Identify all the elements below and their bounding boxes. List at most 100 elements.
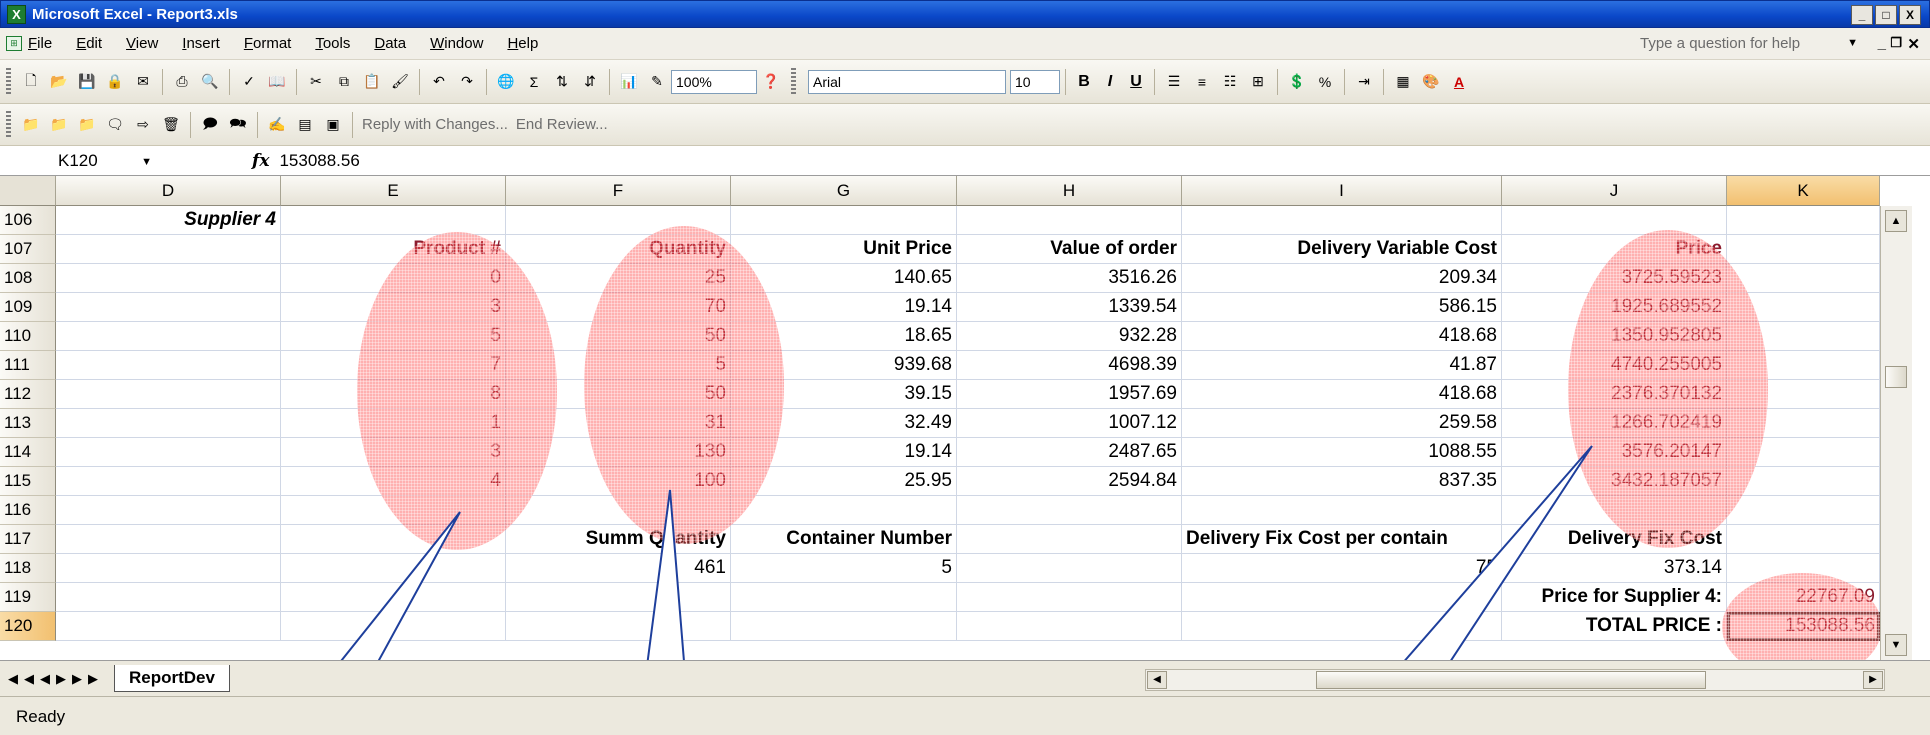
cell-f119[interactable] (506, 583, 731, 612)
menu-format[interactable]: Format (242, 33, 294, 54)
menu-help[interactable]: Help (505, 33, 540, 54)
cell-k109[interactable] (1727, 293, 1880, 322)
cell-f107[interactable]: Quantity (506, 235, 731, 264)
menu-file[interactable]: File (26, 33, 54, 54)
cell-d118[interactable] (56, 554, 281, 583)
row-header[interactable]: 120 (0, 612, 56, 641)
reply-with-changes-button[interactable]: Reply with Changes... (362, 116, 508, 133)
align-right-icon[interactable]: ☷ (1219, 71, 1241, 93)
cell-g113[interactable]: 32.49 (731, 409, 957, 438)
cell-j107[interactable]: Price (1502, 235, 1727, 264)
cell-j115[interactable]: 3432.187057 (1502, 467, 1727, 496)
name-box[interactable]: K120 ▼ (0, 148, 160, 174)
chart-wizard-icon[interactable]: 📊 (618, 71, 640, 93)
sheet-nav-icon[interactable]: ◀◀◀▶▶▶ (8, 671, 104, 687)
cell-e110[interactable]: 5 (281, 322, 506, 351)
cell-e109[interactable]: 3 (281, 293, 506, 322)
research-icon[interactable]: 📖 (266, 71, 288, 93)
select-all-corner[interactable] (0, 176, 56, 206)
review-update-icon[interactable]: ▣ (322, 114, 344, 136)
cell-h117[interactable] (957, 525, 1182, 554)
vertical-scrollbar[interactable]: ▲ ▼ (1880, 206, 1912, 660)
cell-i109[interactable]: 586.15 (1182, 293, 1502, 322)
cell-d109[interactable] (56, 293, 281, 322)
insert-function-icon[interactable]: fx (252, 151, 269, 171)
format-painter-icon[interactable]: 🖌 (389, 71, 411, 93)
cell-h115[interactable]: 2594.84 (957, 467, 1182, 496)
cell-j112[interactable]: 2376.370132 (1502, 380, 1727, 409)
sort-ascending-icon[interactable]: ⇅ (551, 71, 573, 93)
cell-g114[interactable]: 19.14 (731, 438, 957, 467)
review-comment-icon[interactable]: 🗨 (104, 114, 126, 136)
cell-f109[interactable]: 70 (506, 293, 731, 322)
end-review-button[interactable]: End Review... (516, 116, 608, 133)
worksheet-grid[interactable]: 106 Supplier 4 107 Product # Quantity Unit Pr… (0, 206, 1880, 660)
help-icon[interactable]: ❓ (760, 71, 782, 93)
cell-h110[interactable]: 932.28 (957, 322, 1182, 351)
cell-h113[interactable]: 1007.12 (957, 409, 1182, 438)
cell-f120[interactable] (506, 612, 731, 641)
cell-h120[interactable] (957, 612, 1182, 641)
print-icon[interactable]: ⎙ (171, 71, 193, 93)
hide-comments-icon[interactable]: 🗪 (227, 114, 249, 136)
cell-h109[interactable]: 1339.54 (957, 293, 1182, 322)
cell-h111[interactable]: 4698.39 (957, 351, 1182, 380)
menu-window[interactable]: Window (428, 33, 485, 54)
cell-f117[interactable]: Summ Quantity (506, 525, 731, 554)
cell-g115[interactable]: 25.95 (731, 467, 957, 496)
cell-f116[interactable] (506, 496, 731, 525)
doc-minimize-icon[interactable]: _ (1878, 35, 1886, 52)
review-delete-icon[interactable]: 🗑 (160, 114, 182, 136)
help-search-input[interactable]: Type a question for help (1640, 33, 1830, 55)
cell-i114[interactable]: 1088.55 (1182, 438, 1502, 467)
cell-k119[interactable]: 22767.09 (1727, 583, 1880, 612)
cell-i115[interactable]: 837.35 (1182, 467, 1502, 496)
row-header[interactable]: 110 (0, 322, 56, 351)
cell-k116[interactable] (1727, 496, 1880, 525)
cell-d116[interactable] (56, 496, 281, 525)
cell-g112[interactable]: 39.15 (731, 380, 957, 409)
toolbar-grip[interactable] (6, 67, 11, 96)
cell-g117[interactable]: Container Number (731, 525, 957, 554)
scroll-right-icon[interactable]: ▶ (1863, 671, 1883, 689)
cell-e114[interactable]: 3 (281, 438, 506, 467)
cell-h118[interactable] (957, 554, 1182, 583)
cell-j118[interactable]: 373.14 (1502, 554, 1727, 583)
row-header[interactable]: 112 (0, 380, 56, 409)
cell-k110[interactable] (1727, 322, 1880, 351)
cell-g111[interactable]: 939.68 (731, 351, 957, 380)
cell-e120[interactable] (281, 612, 506, 641)
cell-d114[interactable] (56, 438, 281, 467)
currency-icon[interactable]: 💲 (1286, 71, 1308, 93)
underline-button[interactable]: U (1123, 73, 1149, 91)
cell-i106[interactable] (1182, 206, 1502, 235)
cell-e119[interactable] (281, 583, 506, 612)
cell-j116[interactable] (1502, 496, 1727, 525)
cell-i118[interactable]: 75 (1182, 554, 1502, 583)
cell-h107[interactable]: Value of order (957, 235, 1182, 264)
row-header[interactable]: 113 (0, 409, 56, 438)
sheet-tab-reportdev[interactable]: ReportDev (114, 665, 230, 692)
cell-d106[interactable]: Supplier 4 (56, 206, 281, 235)
scroll-down-icon[interactable]: ▼ (1885, 634, 1907, 656)
cell-g110[interactable]: 18.65 (731, 322, 957, 351)
cell-k108[interactable] (1727, 264, 1880, 293)
workbook-icon[interactable]: ⊞ (6, 36, 22, 51)
indent-icon[interactable]: ⇥ (1353, 71, 1375, 93)
cell-g119[interactable] (731, 583, 957, 612)
cell-d113[interactable] (56, 409, 281, 438)
column-header-k[interactable]: K (1727, 176, 1880, 206)
row-header[interactable]: 118 (0, 554, 56, 583)
cell-k118[interactable] (1727, 554, 1880, 583)
cell-e111[interactable]: 7 (281, 351, 506, 380)
row-header[interactable]: 108 (0, 264, 56, 293)
cell-d119[interactable] (56, 583, 281, 612)
title-bar[interactable]: X Microsoft Excel - Report3.xls _ □ X (0, 0, 1930, 28)
copy-icon[interactable]: ⧉ (333, 71, 355, 93)
cell-j117[interactable]: Delivery Fix Cost (1502, 525, 1727, 554)
redo-icon[interactable]: ↷ (456, 71, 478, 93)
horizontal-scroll-thumb[interactable] (1316, 671, 1706, 689)
menu-view[interactable]: View (124, 33, 160, 54)
cell-j119[interactable]: Price for Supplier 4: (1502, 583, 1727, 612)
cell-h114[interactable]: 2487.65 (957, 438, 1182, 467)
